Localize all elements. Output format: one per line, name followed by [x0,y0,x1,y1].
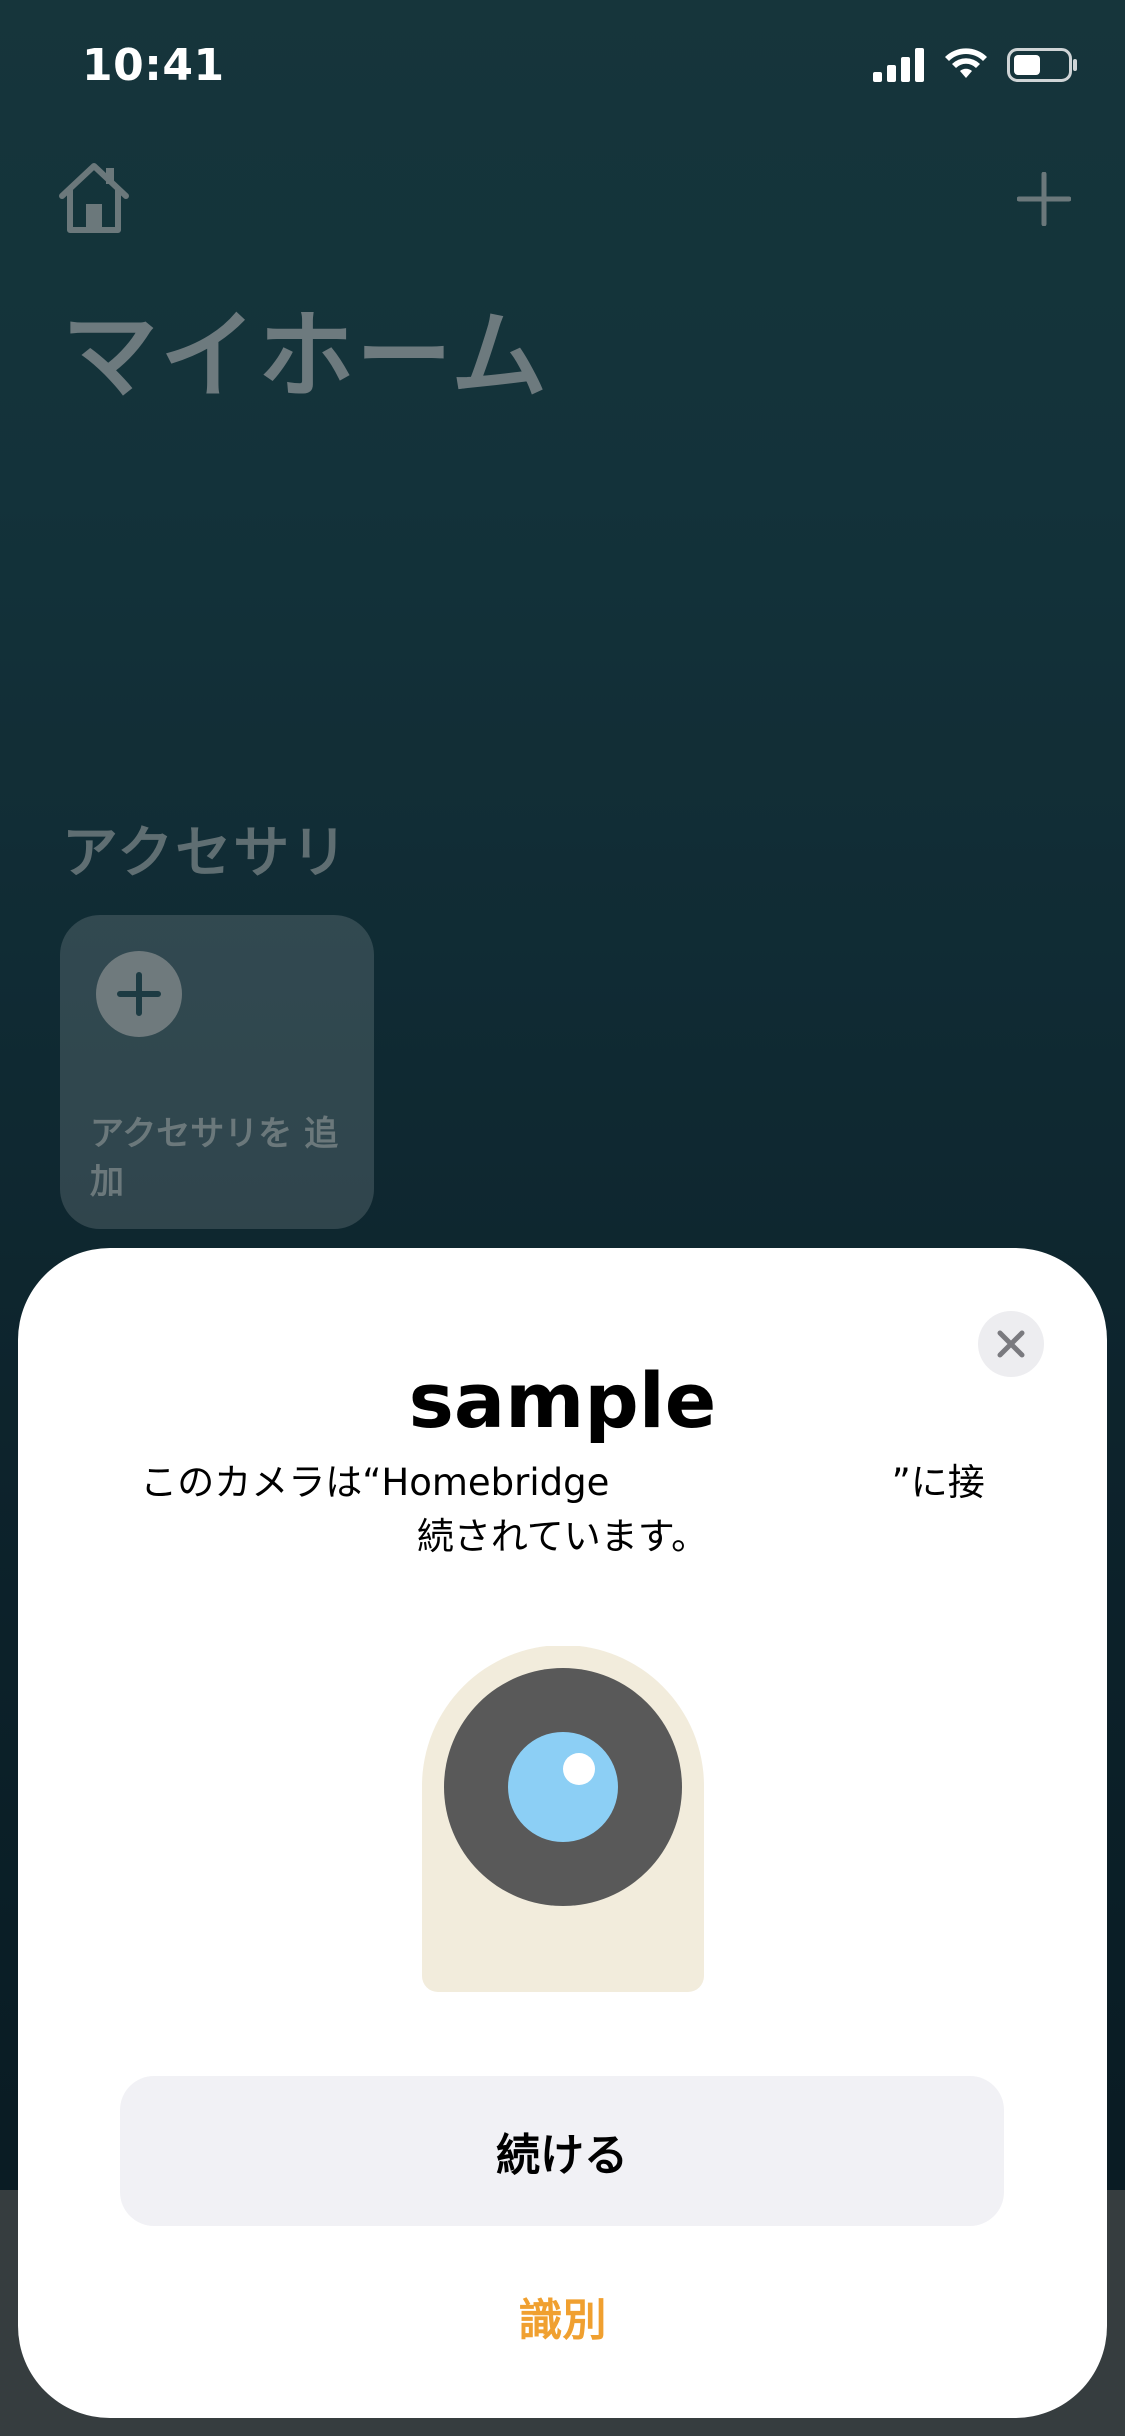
section-title-accessories: アクセサリ [62,821,350,886]
close-icon [997,1330,1025,1358]
page-title: マイホーム [62,300,550,412]
battery-icon [1007,48,1077,82]
continue-button[interactable]: 続ける [120,2076,1004,2226]
home-screen: 10:41 マイホーム アクセサリ アクセサリを 追加 sample このカメラ… [0,0,1125,2436]
add-accessory-label: アクセサリを 追加 [90,1114,339,1202]
add-accessory-tile[interactable]: アクセサリを 追加 [60,915,374,1229]
status-icons [873,48,1079,82]
status-time: 10:41 [82,40,225,91]
house-icon[interactable] [54,160,134,240]
accessory-name: sample [408,1356,717,1445]
add-circle-icon [96,951,182,1037]
plus-icon[interactable] [1016,171,1072,230]
accessory-sheet: sample このカメラは“Homebridge ”に接続されています。 続ける… [18,1248,1107,2418]
wifi-icon [945,48,987,78]
signal-icon [873,48,924,82]
accessory-description: このカメラは“Homebridge ”に接続されています。 [140,1461,985,1558]
identify-button[interactable]: 識別 [18,2284,1107,2348]
camera-icon [422,1645,704,1996]
